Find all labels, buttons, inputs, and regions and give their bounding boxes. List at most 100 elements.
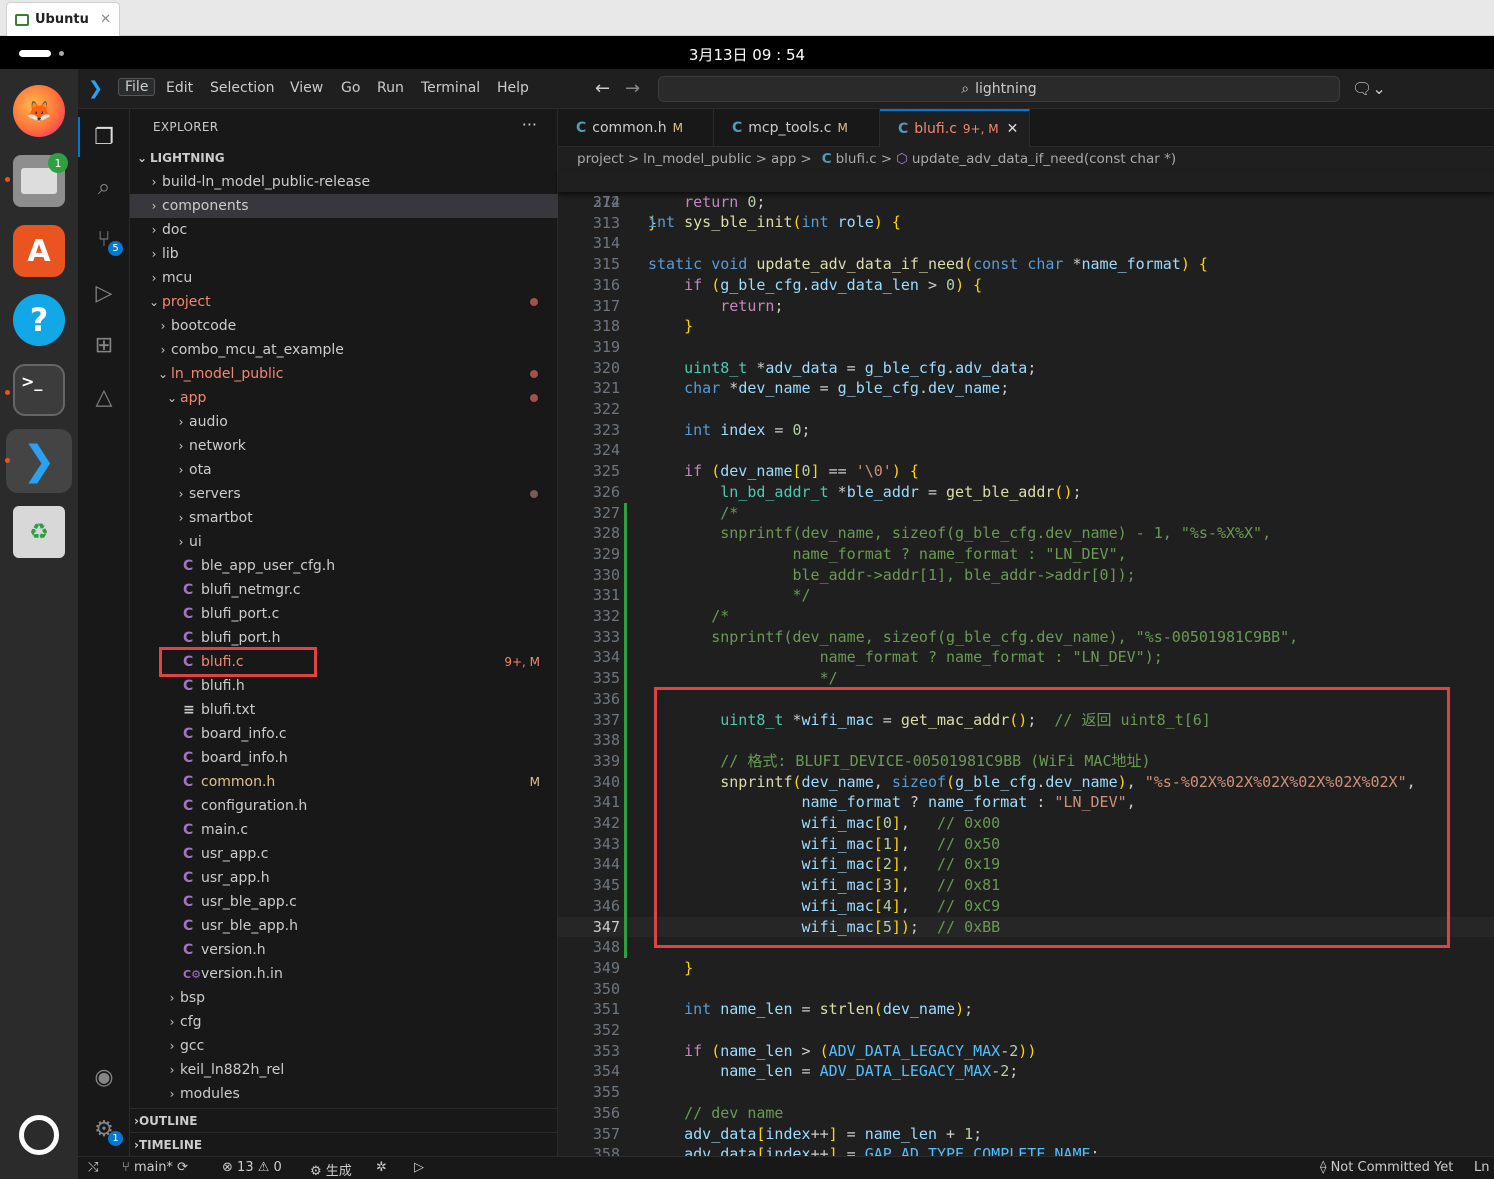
tree-item[interactable]: Ccommon.h M <box>130 770 558 794</box>
code-line[interactable]: 321 char *dev_name = g_ble_cfg.dev_name; <box>558 378 1494 399</box>
back-arrow-icon[interactable]: ← <box>595 78 610 99</box>
tree-item[interactable]: Cusr_app.h <box>130 866 558 890</box>
close-icon[interactable]: ✕ <box>1007 121 1019 137</box>
code-line[interactable]: 331 */ <box>558 585 1494 607</box>
menu-edit[interactable]: Edit <box>166 80 193 96</box>
tree-item[interactable]: Cblufi.h <box>130 674 558 698</box>
host-tab[interactable]: Ubuntu ✕ <box>6 2 120 36</box>
tree-item[interactable]: Cversion.h <box>130 938 558 962</box>
code-line[interactable]: 323 int index = 0; <box>558 420 1494 441</box>
code-line[interactable]: 327 /* <box>558 502 1494 524</box>
code-line[interactable]: 351 int name_len = strlen(dev_name); <box>558 999 1494 1020</box>
code-line[interactable]: 325 if (dev_name[0] == '\0') { <box>558 461 1494 482</box>
tree-item[interactable]: › bootcode <box>130 314 558 338</box>
command-center-search[interactable]: ⌕ lightning <box>658 76 1340 102</box>
source-control-icon[interactable]: ⑂ <box>78 219 130 259</box>
breadcrumb-item[interactable]: app <box>771 151 796 167</box>
tree-item[interactable]: › gcc <box>130 1034 558 1058</box>
menu-run[interactable]: Run <box>377 80 404 96</box>
tree-item[interactable]: › modules <box>130 1082 558 1106</box>
tab-common-h[interactable]: C common.h M <box>558 109 714 147</box>
extensions-icon[interactable]: ⊞ <box>78 325 130 365</box>
forward-arrow-icon[interactable]: → <box>625 78 640 99</box>
code-line[interactable]: 324 <box>558 440 1494 461</box>
code-line[interactable]: 316 if (g_ble_cfg.adv_data_len > 0) { <box>558 275 1494 296</box>
terminal-icon[interactable]: >_ <box>13 364 65 416</box>
tree-item[interactable]: › keil_ln882h_rel <box>130 1058 558 1082</box>
remote-icon[interactable]: ⤭ <box>88 1160 98 1175</box>
code-line[interactable]: 315 static void update_adv_data_if_need(c… <box>558 254 1494 275</box>
tree-item[interactable]: Cconfiguration.h <box>130 794 558 818</box>
code-line[interactable]: 353 if (name_len > (ADV_DATA_LEGACY_MAX-… <box>558 1041 1494 1062</box>
show-apps-icon[interactable] <box>19 1115 59 1155</box>
code-line[interactable]: 335 */ <box>558 668 1494 690</box>
copilot-chat-icon[interactable]: 🗨⌄ <box>1352 79 1386 98</box>
tree-item[interactable]: ⌄ app <box>130 386 558 410</box>
build-item[interactable]: ⚙ 生成 <box>310 1160 352 1179</box>
tree-item[interactable]: Cusr_ble_app.c <box>130 890 558 914</box>
tree-item[interactable]: Cblufi_netmgr.c <box>130 578 558 602</box>
tree-item[interactable]: Cusr_ble_app.h <box>130 914 558 938</box>
explorer-icon[interactable]: ❐ <box>78 117 130 157</box>
app-center-icon[interactable]: A <box>13 225 65 277</box>
code-line[interactable]: 312 return 0; <box>558 192 1494 213</box>
code-line[interactable]: 354 name_len = ADV_DATA_LEGACY_MAX-2; <box>558 1061 1494 1082</box>
account-icon[interactable]: ◉ <box>78 1057 130 1097</box>
code-editor[interactable]: 312 return 0; 313} 314 315 static void updat… <box>558 171 1494 1156</box>
tree-item[interactable]: › combo_mcu_at_example <box>130 338 558 362</box>
code-line[interactable]: 352 <box>558 1020 1494 1041</box>
menu-view[interactable]: View <box>290 80 323 96</box>
more-actions-icon[interactable]: ··· <box>522 115 537 134</box>
problems-item[interactable]: ⊗ 13 ⚠ 0 <box>222 1160 282 1175</box>
help-icon[interactable]: ? <box>13 294 65 346</box>
run-icon[interactable]: ▷ <box>414 1160 424 1175</box>
code-line[interactable]: 318 } <box>558 316 1494 337</box>
tree-item[interactable]: C⚙ version.h.in <box>130 962 558 986</box>
tree-item[interactable]: › audio <box>130 410 558 434</box>
code-line[interactable]: 328 snprintf(dev_name, sizeof(g_ble_cfg.… <box>558 523 1494 545</box>
code-line[interactable]: 322 <box>558 399 1494 420</box>
tree-item[interactable]: › cfg <box>130 1010 558 1034</box>
sticky-scroll[interactable]: 274 int sys_ble_init(int role) { <box>558 171 1494 231</box>
menu-terminal[interactable]: Terminal <box>421 80 480 96</box>
cmake-icon[interactable]: △ <box>78 377 130 417</box>
tree-item[interactable]: Cble_app_user_cfg.h <box>130 554 558 578</box>
breadcrumb-item[interactable]: ln_model_public <box>643 151 751 167</box>
run-debug-icon[interactable]: ▷ <box>78 273 130 313</box>
code-line[interactable]: 326 ln_bd_addr_t *ble_addr = get_ble_add… <box>558 482 1494 503</box>
tree-item[interactable]: › components <box>130 194 558 218</box>
cursor-position[interactable]: Ln <box>1474 1160 1489 1175</box>
debug-icon[interactable]: ✲ <box>376 1160 387 1175</box>
tree-item[interactable]: ⌄ project <box>130 290 558 314</box>
settings-gear-icon[interactable]: ⚙ <box>78 1109 130 1149</box>
tree-item[interactable]: › network <box>130 434 558 458</box>
code-line[interactable]: 334 name_format ? name_format : "LN_DEV"… <box>558 647 1494 669</box>
tree-item[interactable]: Cmain.c <box>130 818 558 842</box>
menu-file[interactable]: File <box>118 78 156 96</box>
trash-icon[interactable]: ♻ <box>13 506 65 558</box>
tree-item[interactable]: › bsp <box>130 986 558 1010</box>
tree-item[interactable]: ≡ blufi.txt <box>130 698 558 722</box>
search-icon[interactable]: ⌕ <box>78 167 130 207</box>
menu-help[interactable]: Help <box>497 80 529 96</box>
code-line[interactable]: 350 <box>558 979 1494 1000</box>
tree-item[interactable]: › ota <box>130 458 558 482</box>
vscode-icon[interactable]: ❯ <box>13 435 65 487</box>
code-line[interactable]: 349 } <box>558 958 1494 979</box>
breadcrumb-item[interactable]: blufi.c <box>836 151 877 167</box>
tree-item[interactable]: Cboard_info.h <box>130 746 558 770</box>
tree-item[interactable]: Cusr_app.c <box>130 842 558 866</box>
code-line[interactable]: 358 adv_data[index++] = GAP_AD_TYPE_COMP… <box>558 1144 1494 1156</box>
firefox-icon[interactable]: 🦊 <box>13 85 65 137</box>
workspace-root[interactable]: ⌄ LIGHTNING <box>130 146 558 170</box>
code-line[interactable]: 317 return; <box>558 296 1494 317</box>
tab-blufi-c[interactable]: C blufi.c 9+, M ✕ <box>880 109 1030 147</box>
tree-item[interactable]: Cboard_info.c <box>130 722 558 746</box>
tree-item[interactable]: › servers <box>130 482 558 506</box>
tree-item[interactable]: Cblufi_port.c <box>130 602 558 626</box>
tab-mcp-tools-c[interactable]: C mcp_tools.c M <box>714 109 880 147</box>
tree-item[interactable]: › smartbot <box>130 506 558 530</box>
tree-item[interactable]: ⌄ ln_model_public <box>130 362 558 386</box>
close-icon[interactable]: ✕ <box>100 12 111 27</box>
tree-item[interactable]: › lib <box>130 242 558 266</box>
